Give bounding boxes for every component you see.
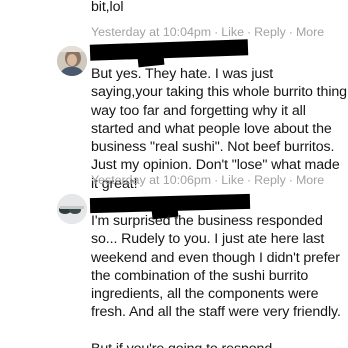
like-link[interactable]: Like — [221, 25, 244, 39]
comment-timestamp[interactable]: Yesterday at 10:06pm — [91, 173, 211, 187]
redacted-username — [89, 39, 249, 61]
comment-thread: bit,lol Yesterday at 10:04pm · Like · Reply ·… — [0, 0, 348, 348]
reply-link[interactable]: Reply — [254, 173, 286, 187]
avatar[interactable] — [57, 46, 87, 76]
meta-separator: · — [246, 25, 252, 39]
more-link[interactable]: More — [296, 173, 324, 187]
comment-meta: Yesterday at 10:04pm · Like · Reply · More — [91, 25, 324, 39]
avatar-photo — [57, 46, 87, 76]
meta-separator: · — [246, 173, 252, 187]
comment-meta: Yesterday at 10:06pm · Like · Reply · More — [91, 173, 324, 187]
comment-body: I'm surprised the business responded so.… — [91, 213, 341, 348]
avatar-photo — [57, 194, 87, 224]
comment-body: bit,lol — [91, 0, 124, 15]
like-link[interactable]: Like — [221, 173, 244, 187]
meta-separator: · — [214, 25, 219, 39]
meta-separator: · — [288, 173, 293, 187]
avatar[interactable] — [57, 194, 87, 224]
reply-link[interactable]: Reply — [254, 25, 286, 39]
more-link[interactable]: More — [296, 25, 324, 39]
meta-separator: · — [288, 25, 293, 39]
meta-separator: · — [214, 173, 219, 187]
comment-timestamp[interactable]: Yesterday at 10:04pm — [91, 25, 211, 39]
